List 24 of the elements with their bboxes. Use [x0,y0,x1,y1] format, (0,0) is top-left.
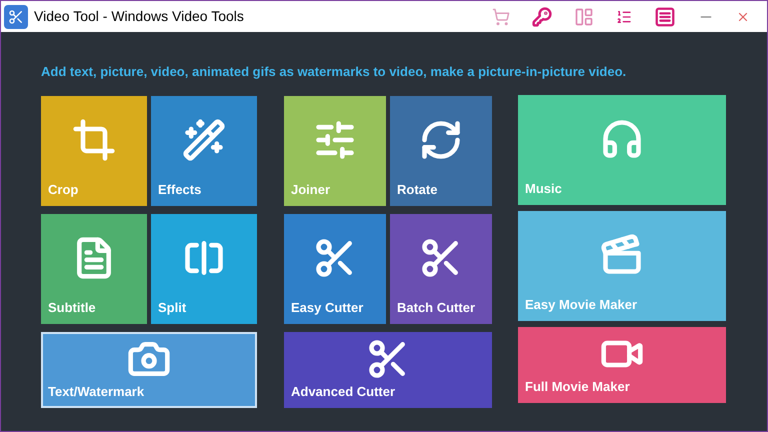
tool-tile[interactable]: Easy Cutter [284,214,386,324]
tool-tile[interactable]: Subtitle [41,214,147,324]
magic-wand-icon [182,118,226,162]
app-logo-icon [4,4,28,28]
tool-tile[interactable]: Rotate [390,96,492,206]
tool-tile[interactable]: Effects [151,96,257,206]
layout-icon[interactable] [574,6,594,26]
cart-icon[interactable] [492,8,510,26]
crop-icon [72,118,116,162]
key-icon[interactable] [532,6,552,26]
tool-tile[interactable]: Split [151,214,257,324]
tool-tile[interactable]: Full Movie Maker [518,326,726,402]
headline: Add text, picture, video, animated gifs as watermarks to video, make a picture-in-picture video. [41,63,628,81]
tool-tile[interactable]: Joiner [284,96,386,206]
tool-tile[interactable]: Music [518,94,726,204]
menu-icon[interactable] [654,6,676,28]
tool-tile[interactable]: Crop [41,96,147,206]
clapperboard-icon [600,232,644,276]
tool-tile[interactable]: Text/Watermark [41,332,257,408]
tool-tile[interactable]: Easy Movie Maker [518,210,726,320]
window-title: Video Tool - Windows Video Tools [34,7,244,26]
list-icon[interactable] [616,8,632,24]
tool-tile[interactable]: Advanced Cutter [284,332,492,408]
tool-tile[interactable]: Batch Cutter [390,214,492,324]
